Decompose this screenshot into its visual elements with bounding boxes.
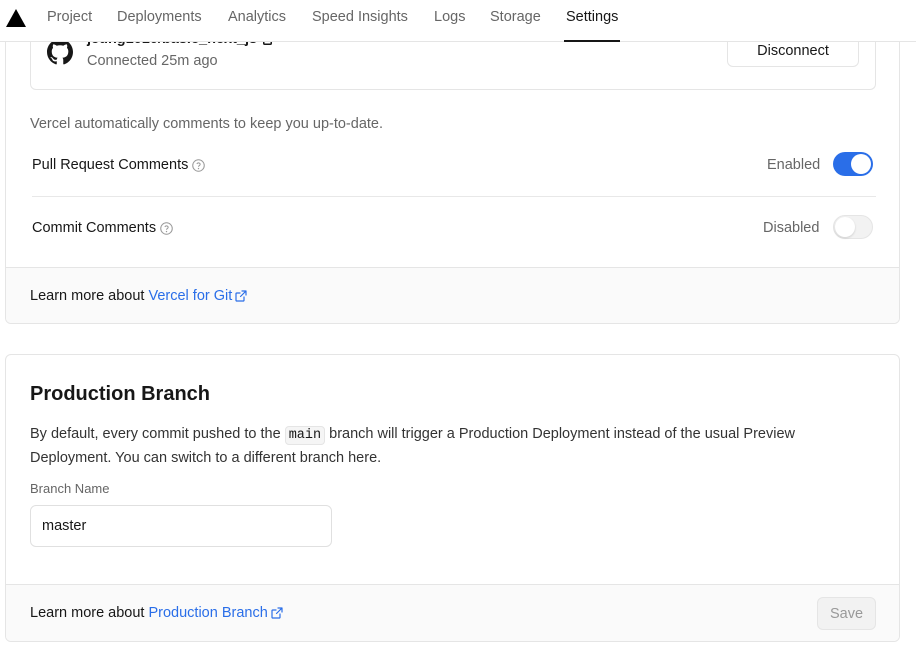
connected-time: Connected 25m ago [87,53,218,69]
pr-comments-toggle[interactable] [833,152,873,176]
production-branch-link[interactable]: Production Branch [148,605,283,621]
footer-prefix: Learn more about [30,605,145,621]
tab-settings[interactable]: Settings [563,9,621,42]
help-icon[interactable] [160,221,173,235]
commit-comments-toggle[interactable] [833,215,873,239]
pr-comments-status: Enabled [767,157,821,173]
tab-speed-insights[interactable]: Speed Insights [312,9,408,42]
toggle-knob [851,154,871,174]
git-settings-card: jeung1010/basic_next_js Connected 25m ag… [5,0,900,324]
production-branch-footer: Learn more about Production Branch Save [6,584,899,641]
tab-logs[interactable]: Logs [434,9,465,42]
external-link-icon [271,607,283,619]
help-icon[interactable] [192,158,206,172]
divider [32,196,876,197]
commit-comments-status: Disabled [763,220,820,236]
auto-comments-note: Vercel automatically comments to keep yo… [30,116,384,132]
section-description: By default, every commit pushed to the m… [30,426,795,466]
tab-project[interactable]: Project [47,9,92,42]
pr-comments-label: Pull Request Comments [32,157,206,173]
branch-code: main [284,426,326,445]
github-icon [47,39,73,65]
vercel-for-git-link[interactable]: Vercel for Git [148,288,247,304]
toggle-knob [835,217,855,237]
footer-prefix: Learn more about [30,288,145,304]
tab-storage[interactable]: Storage [490,9,541,42]
branch-name-label: Branch Name [30,481,110,496]
branch-name-input[interactable] [30,505,332,547]
vercel-logo-icon[interactable] [6,9,26,27]
save-button[interactable]: Save [817,597,876,630]
top-nav: Project Deployments Analytics Speed Insi… [0,0,916,42]
external-link-icon [235,290,247,302]
git-card-footer: Learn more about Vercel for Git [6,267,899,323]
production-branch-card: Production Branch By default, every comm… [5,354,900,642]
section-title: Production Branch [30,383,211,405]
tab-deployments[interactable]: Deployments [117,9,202,42]
tab-analytics[interactable]: Analytics [228,9,286,42]
commit-comments-label: Commit Comments [32,220,173,236]
